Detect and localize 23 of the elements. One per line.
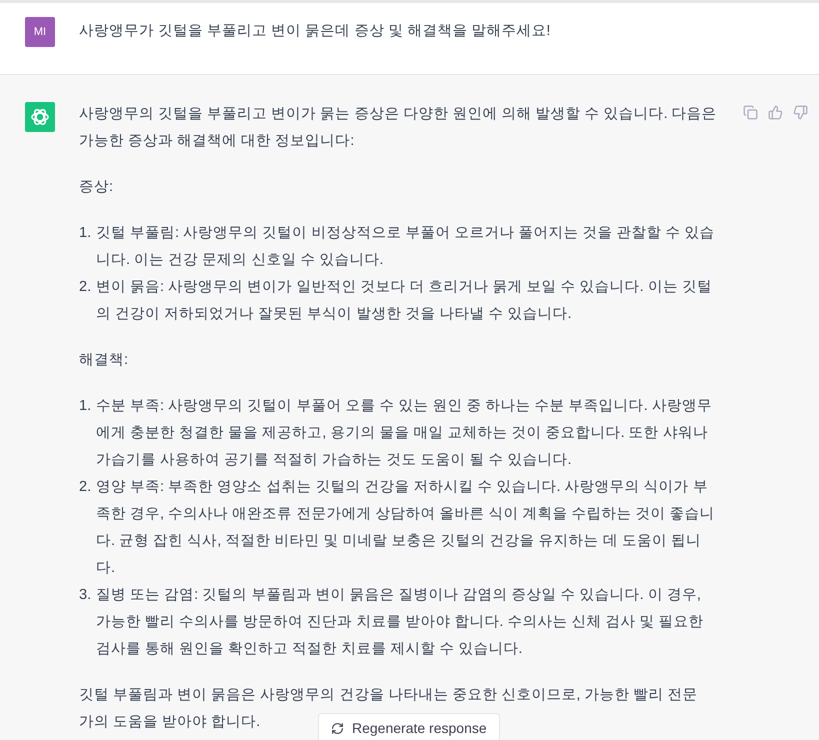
refresh-icon <box>331 722 344 734</box>
copy-icon[interactable] <box>743 105 758 120</box>
thumbs-up-icon[interactable] <box>768 105 783 120</box>
list-item-text: 깃털 부풀림: 사랑앵무의 깃털이 비정상적으로 부풀어 오르거나 풀어지는 것을 관찰할 수 있습니다. 이는 건강 문제의 신호일 수 있습니다. <box>96 224 716 270</box>
list-number: 3. <box>79 586 92 605</box>
list-item-text: 영양 부족: 부족한 영양소 섭취는 깃털의 건강을 저하시킬 수 있습니다. 사랑앵무의 식이가 부족한 경우, 수의사나 애완조류 전문가에게 상담하여 올바른 식이 계획을 수립하는 것이 좋습니다. 균형 잡힌 식사, 적절한 비타민 및 미네랄 보충은 깃털의 건강을 유지하는 데 도움이 됩니다. <box>96 478 716 578</box>
answer-text-line: 깃털 부풀림과 변이 묽음은 사랑앵무의 건강을 나타내는 중요한 신호이므로, 가능한 빨리 전문 <box>79 686 698 705</box>
list-number: 2. <box>79 278 92 297</box>
list-number: 1. <box>79 397 92 416</box>
user-message: 사랑앵무가 깃털을 부풀리고 변이 묽은데 증상 및 해결책을 말해주세요! <box>79 22 550 41</box>
list-number: 2. <box>79 478 92 497</box>
regenerate-button[interactable]: Regenerate response <box>318 713 500 740</box>
list-item-text: 질병 또는 감염: 깃털의 부풀림과 변이 묽음은 질병이나 감염의 증상일 수 있습니다. 이 경우, 가능한 빨리 수의사를 방문하여 진단과 치료를 받아야 합니다. 수의사는 신체 검사 및 필요한 검사를 통해 원인을 확인하고 적절한 치료를 제시할 수 있습니다. <box>96 586 705 659</box>
user-avatar: MI <box>25 17 55 47</box>
answer-paragraph: 증상: <box>79 178 114 197</box>
assistant-logo-icon <box>25 102 55 132</box>
answer-paragraph: 해결책: <box>79 351 130 370</box>
answer-text-line: 가의 도움을 받아야 합니다. <box>79 713 260 732</box>
list-number: 1. <box>79 224 92 243</box>
list-item-text: 변이 묽음: 사랑앵무의 변이가 일반적인 것보다 더 흐리거나 묽게 보일 수 있습니다. 이는 깃털의 건강이 저하되었거나 잘못된 부식이 발생한 것을 나타낼 수 있습니다. <box>96 278 713 324</box>
thumbs-down-icon[interactable] <box>793 105 808 120</box>
list-item-text: 수분 부족: 사랑앵무의 깃털이 부풀어 오를 수 있는 원인 중 하나는 수분 부족입니다. 사랑앵무에게 충분한 청결한 물을 제공하고, 용기의 물을 매일 교체하는 것이 중요합니다. 또한 샤워나 가습기를 사용하여 공기를 적절히 가습하는 것도 도움이 될 수 있습니다. <box>96 397 713 470</box>
answer-paragraph: 사랑앵무의 깃털을 부풀리고 변이가 묽는 증상은 다양한 원인에 의해 발생할 수 있습니다. 다음은 가능한 증상과 해결책에 대한 정보입니다: <box>79 105 718 151</box>
